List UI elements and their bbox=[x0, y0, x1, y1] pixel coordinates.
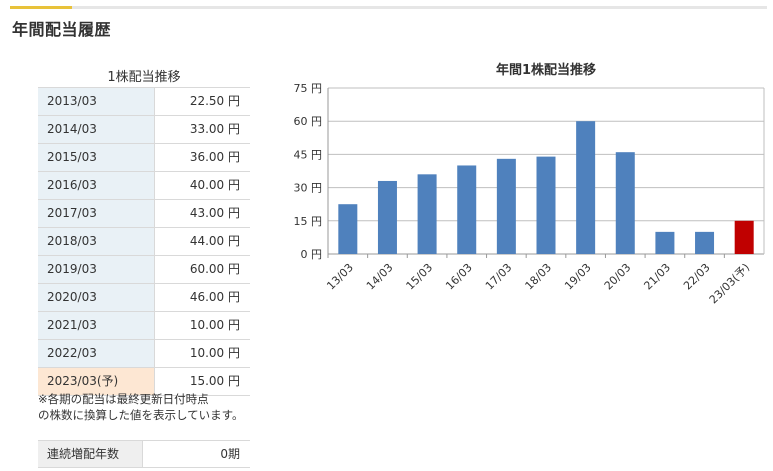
y-tick-label: 75 円 bbox=[294, 82, 323, 95]
x-tick-label: 19/03 bbox=[562, 261, 594, 293]
y-tick-label: 15 円 bbox=[294, 215, 323, 228]
fiscal-year-cell: 2015/03 bbox=[38, 144, 155, 171]
x-tick-label: 13/03 bbox=[324, 261, 356, 293]
table-row: 2015/03 36.00 円 bbox=[38, 144, 250, 172]
table-row: 2017/03 43.00 円 bbox=[38, 200, 250, 228]
footnote-line-2: の株数に換算した値を表示しています。 bbox=[38, 408, 244, 422]
fiscal-year-cell: 2021/03 bbox=[38, 312, 155, 339]
bar bbox=[338, 204, 358, 254]
bar bbox=[417, 174, 437, 254]
dividend-bar-chart: 年間1株配当推移 0 円 15 円 30 円 45 円 60 円 75 円 13/03 14/0… bbox=[294, 62, 765, 306]
fiscal-year-cell: 2020/03 bbox=[38, 284, 155, 311]
table-row: 2021/03 10.00 円 bbox=[38, 312, 250, 340]
bar bbox=[377, 180, 397, 254]
dividend-value-cell: 10.00 円 bbox=[189, 318, 240, 332]
dividend-value-cell: 10.00 円 bbox=[189, 346, 240, 360]
table-caption: 1株配当推移 bbox=[107, 70, 181, 85]
bar bbox=[457, 165, 477, 254]
dividend-value-cell: 36.00 円 bbox=[189, 150, 240, 164]
bar bbox=[615, 152, 635, 254]
bar bbox=[496, 158, 516, 254]
fiscal-year-cell: 2022/03 bbox=[38, 340, 155, 367]
table-row: 2020/03 46.00 円 bbox=[38, 284, 250, 312]
x-tick-label: 20/03 bbox=[602, 261, 634, 293]
x-tick-label: 14/03 bbox=[364, 261, 396, 293]
fiscal-year-cell: 2013/03 bbox=[38, 88, 155, 115]
footnote: ※各期の配当は最終更新日付時点 の株数に換算した値を表示しています。 bbox=[38, 391, 244, 423]
consecutive-increase-value: 0期 bbox=[220, 447, 240, 461]
fiscal-year-cell: 2019/03 bbox=[38, 256, 155, 283]
dividend-table: 2013/03 22.50 円 2014/03 33.00 円 2015/03 36.00… bbox=[38, 87, 250, 396]
bar bbox=[655, 231, 675, 254]
table-row: 2016/03 40.00 円 bbox=[38, 172, 250, 200]
bar bbox=[576, 121, 596, 254]
dividend-value-cell: 43.00 円 bbox=[189, 206, 240, 220]
x-tick-label: 18/03 bbox=[523, 261, 555, 293]
section-title: 年間配当履歴 bbox=[12, 20, 112, 39]
dividend-value-cell: 33.00 円 bbox=[189, 122, 240, 136]
x-tick-label: 22/03 bbox=[681, 261, 713, 293]
top-rule-accent bbox=[10, 6, 72, 9]
table-row: 2013/03 22.50 円 bbox=[38, 88, 250, 116]
table-row: 2014/03 33.00 円 bbox=[38, 116, 250, 144]
y-tick-label: 0 円 bbox=[301, 248, 323, 261]
y-tick-label: 60 円 bbox=[294, 115, 323, 128]
dividend-value-cell: 60.00 円 bbox=[189, 262, 240, 276]
dividend-value-cell: 44.00 円 bbox=[189, 234, 240, 248]
table-row: 2019/03 60.00 円 bbox=[38, 256, 250, 284]
fiscal-year-cell: 2018/03 bbox=[38, 228, 155, 255]
table-row: 2022/03 10.00 円 bbox=[38, 340, 250, 368]
x-tick-label: 17/03 bbox=[483, 261, 515, 293]
fiscal-year-cell: 2017/03 bbox=[38, 200, 155, 227]
top-rule bbox=[10, 6, 767, 9]
dividend-value-cell: 46.00 円 bbox=[189, 290, 240, 304]
x-tick-label: 15/03 bbox=[404, 261, 436, 293]
x-tick-label: 16/03 bbox=[443, 261, 475, 293]
y-tick-label: 30 円 bbox=[294, 182, 323, 195]
forecast-bar bbox=[734, 220, 754, 254]
bar bbox=[536, 156, 556, 254]
consecutive-increase-label: 連続増配年数 bbox=[38, 441, 143, 467]
table-row: 2018/03 44.00 円 bbox=[38, 228, 250, 256]
dividend-value-cell: 22.50 円 bbox=[189, 94, 240, 108]
footnote-line-1: ※各期の配当は最終更新日付時点 bbox=[38, 392, 209, 406]
x-tick-label: 23/03(予) bbox=[707, 261, 752, 306]
fiscal-year-cell: 2014/03 bbox=[38, 116, 155, 143]
dividend-value-cell: 40.00 円 bbox=[189, 178, 240, 192]
chart-title: 年間1株配当推移 bbox=[496, 62, 596, 78]
y-tick-label: 45 円 bbox=[294, 148, 323, 161]
x-tick-label: 21/03 bbox=[641, 261, 673, 293]
consecutive-increase-row: 連続増配年数 0期 bbox=[38, 440, 250, 468]
bar bbox=[695, 231, 715, 254]
fiscal-year-cell: 2016/03 bbox=[38, 172, 155, 199]
